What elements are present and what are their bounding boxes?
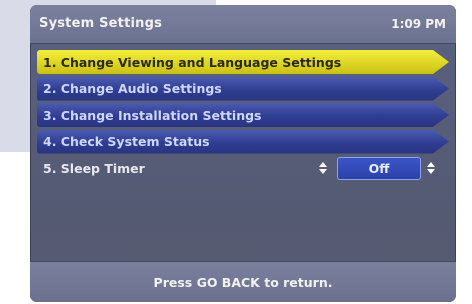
stepper-up-down-icon[interactable] bbox=[319, 161, 327, 175]
window-title: System Settings bbox=[39, 16, 163, 31]
menu-item-installation[interactable]: 3. Change Installation Settings bbox=[37, 103, 449, 127]
menu-item-label: 2. Change Audio Settings bbox=[43, 81, 222, 96]
settings-menu: 1. Change Viewing and Language Settings … bbox=[37, 50, 449, 183]
menu-item-label: 4. Check System Status bbox=[43, 134, 210, 149]
footer-bar: Press GO BACK to return. bbox=[30, 261, 456, 302]
menu-item-label: 5. Sleep Timer bbox=[43, 160, 145, 176]
menu-item-label: 3. Change Installation Settings bbox=[43, 107, 262, 123]
menu-item-sleep-timer[interactable]: 5. Sleep Timer Off bbox=[37, 156, 449, 180]
menu-item-label: 1. Change Viewing and Language Settings bbox=[43, 54, 342, 70]
sleep-timer-value[interactable]: Off bbox=[337, 157, 421, 180]
menu-item-viewing-language[interactable]: 1. Change Viewing and Language Settings bbox=[37, 50, 449, 74]
title-bar: System Settings 1:09 PM bbox=[30, 5, 456, 44]
footer-hint: Press GO BACK to return. bbox=[153, 274, 333, 290]
stepper-up-down-icon[interactable] bbox=[427, 161, 435, 175]
sleep-timer-value-text: Off bbox=[368, 161, 390, 176]
clock: 1:09 PM bbox=[391, 17, 446, 31]
menu-item-audio[interactable]: 2. Change Audio Settings bbox=[37, 77, 449, 101]
menu-item-system-status[interactable]: 4. Check System Status bbox=[37, 130, 449, 154]
settings-window: System Settings 1:09 PM 1. Change Viewin… bbox=[30, 5, 456, 302]
